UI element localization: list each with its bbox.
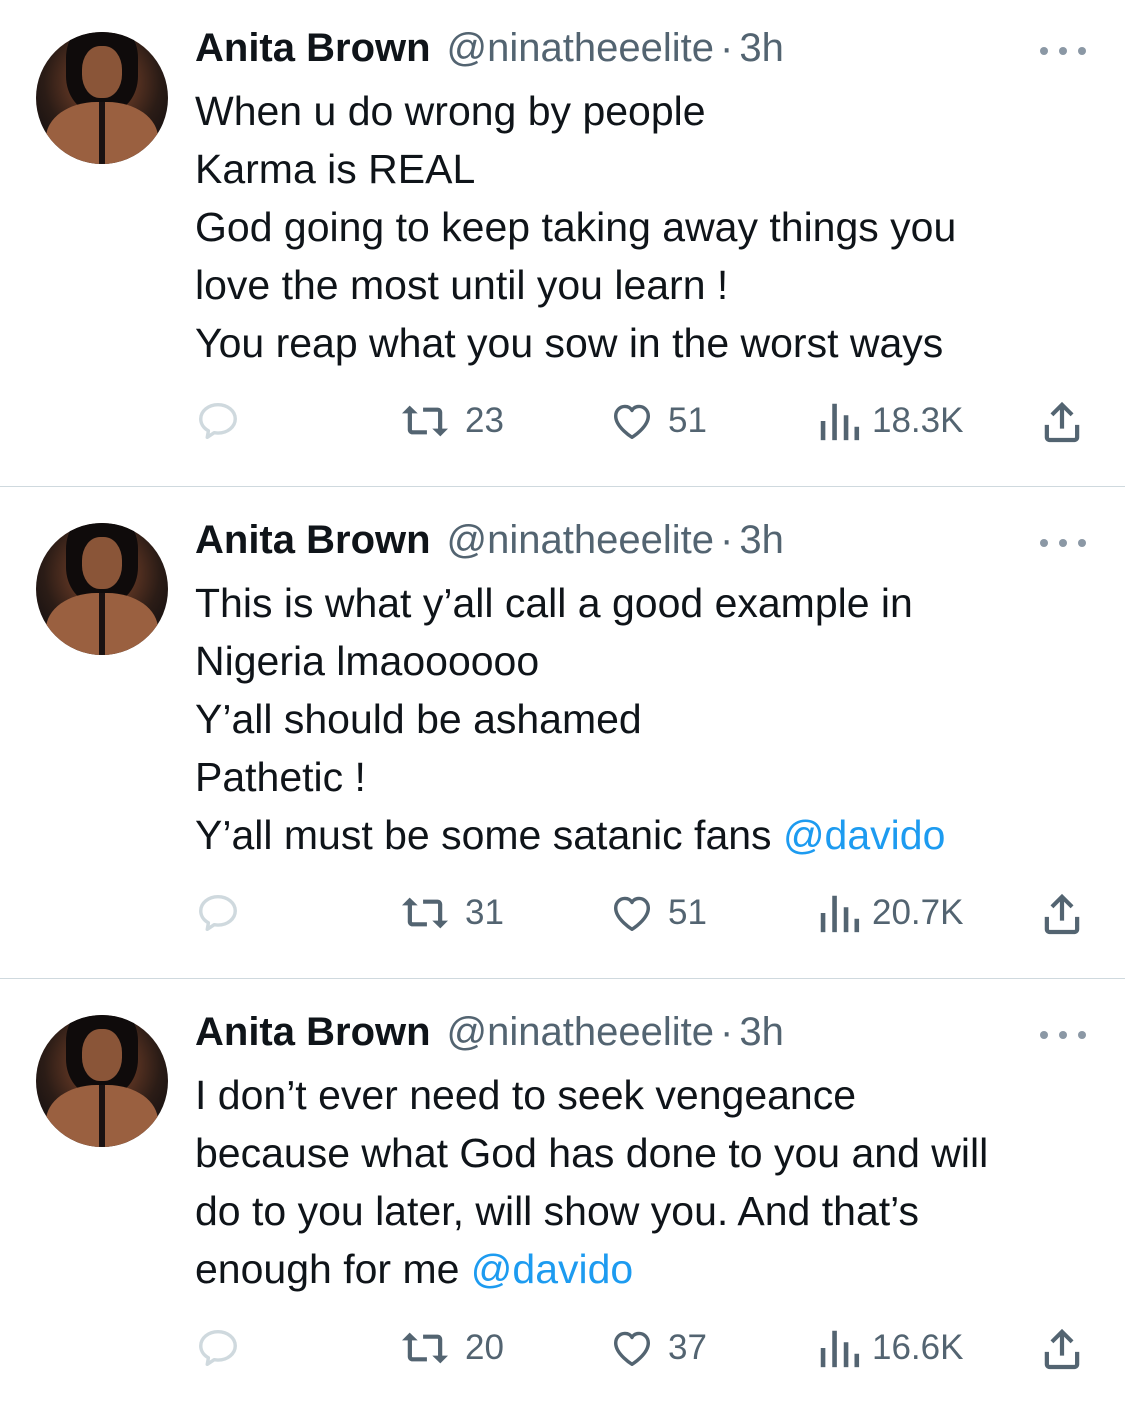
tweet-line: enough for me @davido — [195, 1240, 1105, 1298]
tweet-line: I don’t ever need to seek vengeance — [195, 1072, 857, 1118]
views-button[interactable]: 20.7K — [816, 888, 963, 938]
retweet-icon — [402, 1332, 448, 1364]
separator-dot: · — [720, 1010, 734, 1054]
author-name[interactable]: Anita Brown — [195, 518, 431, 563]
tweet-line: Pathetic ! — [195, 754, 366, 800]
heart-icon — [613, 404, 651, 440]
tweet-header: Anita Brown @ninatheeelite · 3h — [195, 1010, 784, 1060]
avatar[interactable] — [36, 523, 168, 655]
tweet-line: Karma is REAL — [195, 146, 476, 192]
view-count: 16.6K — [872, 1328, 964, 1367]
share-button[interactable] — [1040, 888, 1084, 938]
tweet-actions: 23 51 18.3K — [0, 396, 1125, 446]
reply-button[interactable] — [195, 888, 241, 938]
like-button[interactable]: 51 — [608, 888, 707, 938]
views-icon — [820, 1330, 860, 1368]
reply-button[interactable] — [195, 1323, 241, 1373]
views-icon — [820, 403, 860, 441]
like-count: 37 — [668, 1328, 707, 1367]
tweet[interactable]: Anita Brown @ninatheeelite · 3h When u d… — [0, 0, 1125, 486]
separator-dot: · — [720, 26, 734, 70]
more-icon[interactable] — [1040, 1028, 1086, 1042]
views-icon — [820, 895, 860, 933]
retweet-icon — [402, 405, 448, 437]
mention-link[interactable]: @davido — [783, 812, 945, 858]
retweet-icon — [402, 897, 448, 929]
tweet[interactable]: Anita Brown @ninatheeelite · 3h I don’t … — [0, 979, 1125, 1413]
retweet-count: 31 — [465, 893, 504, 932]
like-button[interactable]: 51 — [608, 396, 707, 446]
view-count: 18.3K — [872, 401, 964, 440]
like-count: 51 — [668, 401, 707, 440]
tweet[interactable]: Anita Brown @ninatheeelite · 3h This is … — [0, 487, 1125, 978]
more-icon[interactable] — [1040, 44, 1086, 58]
view-count: 20.7K — [872, 893, 964, 932]
tweet-actions: 20 37 16.6K — [0, 1323, 1125, 1373]
tweet-line: Y’all must be some satanic fans @davido — [195, 806, 1105, 864]
tweet-line: This is what y’all call a good example i… — [195, 580, 913, 626]
share-button[interactable] — [1040, 1323, 1084, 1373]
tweet-text: I don’t ever need to seek vengeance beca… — [195, 1066, 1105, 1298]
retweet-button[interactable]: 23 — [397, 396, 504, 446]
views-button[interactable]: 18.3K — [816, 396, 963, 446]
heart-icon — [613, 1331, 651, 1367]
tweet-text: When u do wrong by people Karma is REAL … — [195, 82, 1105, 372]
mention-link[interactable]: @davido — [471, 1246, 633, 1292]
tweet-actions: 31 51 20.7K — [0, 888, 1125, 938]
tweet-line: Nigeria lmaoooooo — [195, 638, 540, 684]
tweet-line: Y’all should be ashamed — [195, 696, 642, 742]
tweet-line-text: Y’all must be some satanic fans — [195, 812, 783, 858]
tweet-text: This is what y’all call a good example i… — [195, 574, 1105, 864]
retweet-count: 23 — [465, 401, 504, 440]
author-name[interactable]: Anita Brown — [195, 1010, 431, 1055]
tweet-line: do to you later, will show you. And that… — [195, 1188, 920, 1234]
tweet-line: God going to keep taking away things you — [195, 204, 957, 250]
timestamp[interactable]: 3h — [739, 26, 784, 71]
tweet-header: Anita Brown @ninatheeelite · 3h — [195, 26, 784, 76]
reply-icon — [199, 402, 237, 440]
author-handle[interactable]: @ninatheeelite — [447, 518, 714, 563]
tweet-line-text: enough for me — [195, 1246, 471, 1292]
reply-icon — [199, 1329, 237, 1367]
avatar[interactable] — [36, 1015, 168, 1147]
retweet-count: 20 — [465, 1328, 504, 1367]
more-icon[interactable] — [1040, 536, 1086, 550]
retweet-button[interactable]: 20 — [397, 1323, 504, 1373]
tweet-line: You reap what you sow in the worst ways — [195, 320, 944, 366]
tweet-line: because what God has done to you and wil… — [195, 1130, 989, 1176]
tweet-header: Anita Brown @ninatheeelite · 3h — [195, 518, 784, 568]
share-icon — [1044, 893, 1080, 935]
tweet-line: love the most until you learn ! — [195, 262, 729, 308]
reply-button[interactable] — [195, 396, 241, 446]
heart-icon — [613, 896, 651, 932]
like-count: 51 — [668, 893, 707, 932]
author-name[interactable]: Anita Brown — [195, 26, 431, 71]
timestamp[interactable]: 3h — [739, 1010, 784, 1055]
views-button[interactable]: 16.6K — [816, 1323, 963, 1373]
separator-dot: · — [720, 518, 734, 562]
reply-icon — [199, 894, 237, 932]
avatar[interactable] — [36, 32, 168, 164]
like-button[interactable]: 37 — [608, 1323, 707, 1373]
tweet-line: When u do wrong by people — [195, 88, 706, 134]
author-handle[interactable]: @ninatheeelite — [447, 26, 714, 71]
timestamp[interactable]: 3h — [739, 518, 784, 563]
share-button[interactable] — [1040, 396, 1084, 446]
share-icon — [1044, 401, 1080, 443]
share-icon — [1044, 1328, 1080, 1370]
retweet-button[interactable]: 31 — [397, 888, 504, 938]
author-handle[interactable]: @ninatheeelite — [447, 1010, 714, 1055]
